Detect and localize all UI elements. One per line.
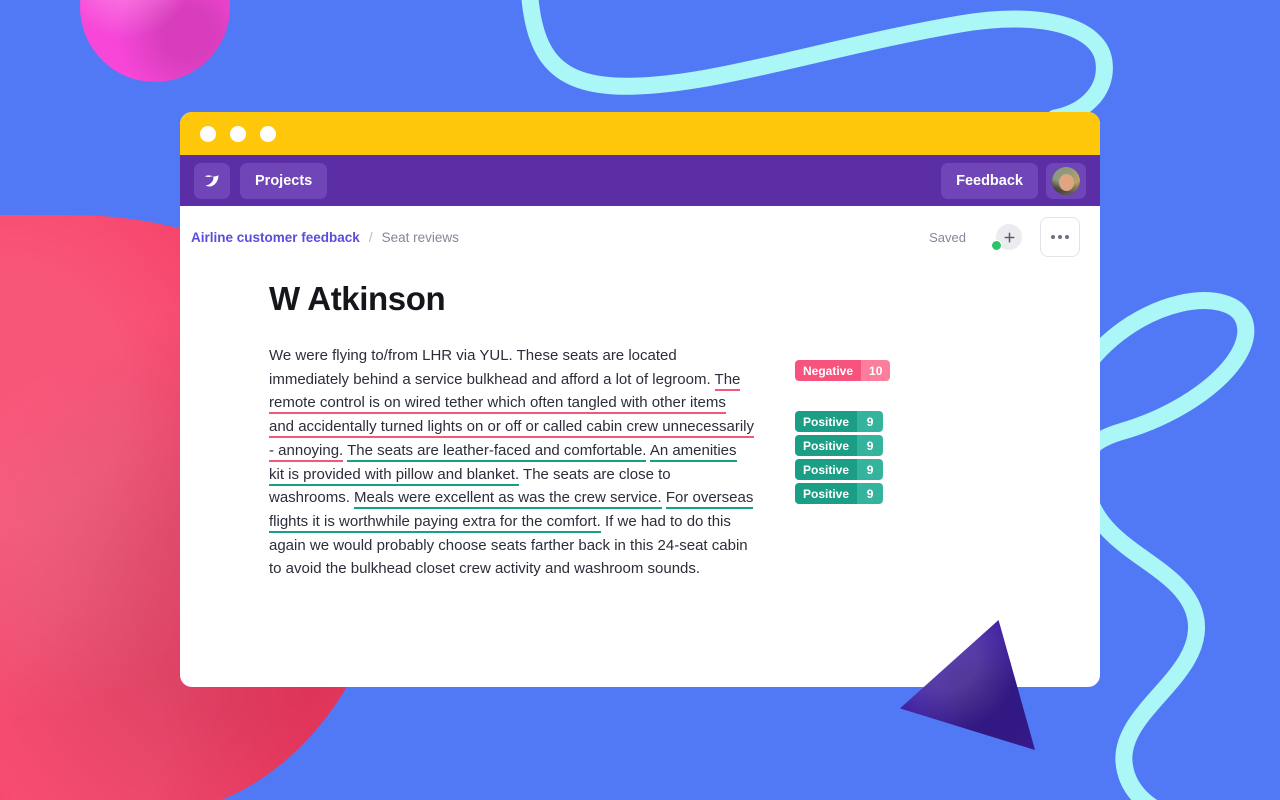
sentiment-tag-label: Positive [795, 411, 858, 432]
decor-cyan-ribbon-top [521, 0, 1113, 120]
page-header-actions: Saved [929, 217, 1080, 257]
more-options-button[interactable] [1040, 217, 1080, 257]
saved-status-label: Saved [929, 229, 966, 245]
app-bar-right-group: Feedback [941, 162, 1086, 199]
app-navigation-bar: Projects Feedback [180, 155, 1100, 206]
sentiment-tag-count: 9 [857, 459, 884, 480]
sentiment-tag-positive[interactable]: Positive 9 [795, 459, 884, 480]
note-content-area: W Atkinson We were flying to/from LHR vi… [180, 268, 1100, 581]
presence-group [975, 224, 1022, 251]
feedback-label: Feedback [956, 172, 1023, 189]
sentiment-tag-count: 9 [857, 483, 884, 504]
presence-avatar[interactable] [975, 224, 1002, 251]
ellipsis-icon-dot [1058, 235, 1062, 239]
negative-tag-group: Negative 10 [795, 360, 915, 384]
user-avatar-icon [1052, 166, 1080, 195]
note-title: W Atkinson [269, 280, 446, 317]
sentiment-tag-positive[interactable]: Positive 9 [795, 411, 884, 432]
highlight-positive[interactable]: Meals were excellent as was the crew ser… [354, 489, 662, 510]
sentiment-tag-label: Negative [795, 360, 862, 381]
highlight-positive[interactable]: The seats are leather-faced and comforta… [347, 441, 647, 462]
breadcrumb-separator: / [368, 229, 373, 245]
window-maximize-button[interactable] [260, 125, 276, 142]
breadcrumb: Airline customer feedback / Seat reviews [191, 230, 459, 245]
window-close-button[interactable] [200, 125, 216, 142]
decor-pink-circle [80, 0, 230, 82]
sentiment-tag-label: Positive [795, 435, 858, 456]
note-transcript-text[interactable]: We were flying to/from LHR via YUL. Thes… [269, 344, 755, 581]
ellipsis-icon-dot [1051, 235, 1055, 239]
sentiment-tag-column: Negative 10 Positive 9 Positive 9 Positive 9 Po… [795, 344, 915, 507]
plain-text: We were flying to/from LHR via YUL. Thes… [269, 347, 715, 388]
sentiment-tag-count: 9 [857, 411, 884, 432]
online-status-dot [991, 240, 1002, 251]
browser-window-card: Projects Feedback Airline customer feedb… [180, 112, 1100, 687]
feedback-button[interactable]: Feedback [941, 162, 1038, 199]
decor-cyan-squiggle-right [1080, 292, 1255, 800]
sentiment-tag-positive[interactable]: Positive 9 [795, 435, 884, 456]
page-header-bar: Airline customer feedback / Seat reviews… [180, 206, 1100, 268]
breadcrumb-root-link[interactable]: Airline customer feedback [191, 230, 360, 245]
projects-nav-label: Projects [255, 172, 313, 189]
sentiment-tag-negative[interactable]: Negative 10 [795, 360, 891, 381]
sentiment-tag-count: 10 [861, 360, 891, 381]
positive-tag-group: Positive 9 Positive 9 Positive 9 Positive 9 [795, 411, 915, 507]
browser-title-bar [180, 112, 1100, 155]
note-columns: We were flying to/from LHR via YUL. Thes… [269, 344, 1080, 581]
dovetail-bird-logo-icon[interactable] [194, 162, 230, 199]
sentiment-tag-label: Positive [795, 483, 858, 504]
projects-nav-button[interactable]: Projects [240, 162, 328, 199]
ellipsis-icon-dot [1065, 235, 1069, 239]
sentiment-tag-count: 9 [857, 435, 884, 456]
tag-group-spacer [795, 384, 915, 411]
sentiment-tag-label: Positive [795, 459, 858, 480]
window-minimize-button[interactable] [230, 125, 246, 142]
breadcrumb-current-item[interactable]: Seat reviews [382, 230, 459, 245]
account-avatar-button[interactable] [1046, 162, 1086, 199]
sentiment-tag-positive[interactable]: Positive 9 [795, 483, 884, 504]
